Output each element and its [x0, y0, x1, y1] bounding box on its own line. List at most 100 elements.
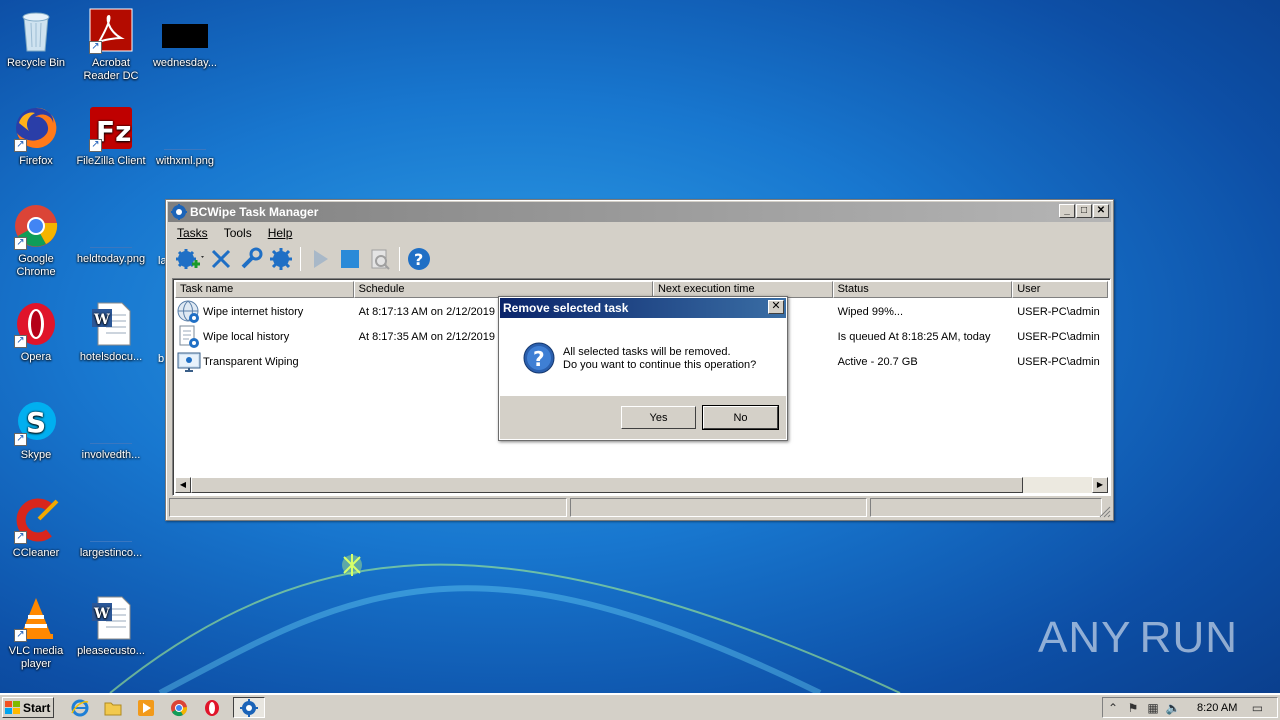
watermark-text-left: ANY: [1038, 613, 1132, 662]
desktop-icon-label: Firefox: [19, 155, 53, 167]
desktop-icon-vlc[interactable]: ↗ VLC media player: [0, 594, 74, 671]
play-icon: [314, 250, 328, 268]
desktop-icon-label: pleasecusto...: [77, 645, 145, 657]
volume-icon[interactable]: 🔈: [1163, 699, 1183, 717]
maximize-button[interactable]: □: [1076, 204, 1092, 218]
help-button[interactable]: ?: [404, 245, 434, 273]
internet-explorer-icon: [71, 699, 89, 717]
vlc-icon: ↗: [12, 594, 60, 642]
view-log-button[interactable]: [365, 245, 395, 273]
horizontal-scrollbar[interactable]: ◀ ▶: [175, 477, 1108, 493]
opera-launch-button[interactable]: [201, 698, 223, 718]
taskbar-bcwipe-button[interactable]: [233, 697, 265, 718]
desktop-icon-opera[interactable]: ↗ Opera: [0, 300, 74, 364]
status-pane: [870, 498, 1102, 517]
shortcut-arrow-icon: ↗: [14, 335, 27, 348]
desktop-icon-label: FileZilla Client: [76, 155, 146, 167]
bcwipe-app-icon: [240, 698, 258, 717]
shortcut-arrow-icon: ↗: [14, 531, 27, 544]
chrome-icon: [171, 700, 188, 717]
desktop-icon-chrome[interactable]: ↗ Google Chrome: [0, 202, 74, 279]
dialog-close-button[interactable]: ✕: [768, 300, 784, 314]
network-icon[interactable]: ▦: [1143, 699, 1163, 717]
svg-text:?: ?: [533, 347, 545, 371]
task-user: USER-PC\admin: [1017, 355, 1100, 368]
start-button[interactable]: Start: [2, 697, 54, 718]
delete-task-button[interactable]: [206, 245, 236, 273]
explorer-launch-button[interactable]: [102, 698, 124, 718]
dialog-title[interactable]: Remove selected task: [500, 298, 786, 318]
menu-label: Tasks: [177, 226, 208, 240]
desktop-icon-pleasecusto[interactable]: W pleasecusto...: [73, 594, 149, 658]
local-history-task-icon: [177, 325, 201, 349]
taskbar-clock[interactable]: 8:20 AM: [1197, 702, 1237, 714]
action-center-flag-icon[interactable]: ⚑: [1123, 699, 1143, 717]
media-player-icon: [138, 700, 154, 716]
desktop-icon-withxml[interactable]: withxml.png: [147, 104, 223, 168]
scroll-thumb[interactable]: [191, 477, 1023, 493]
window-titlebar[interactable]: BCWipe Task Manager _ □ ✕: [168, 202, 1111, 222]
menu-tools[interactable]: Tools: [216, 226, 260, 240]
desktop-icon-label: Google Chrome: [16, 253, 56, 278]
scroll-left-button[interactable]: ◀: [175, 477, 191, 493]
desktop-icon-wednesday[interactable]: wednesday...: [147, 6, 223, 70]
desktop-icon-largestinco[interactable]: largestinco...: [73, 496, 149, 560]
desktop-icon-hotelsdocu[interactable]: W hotelsdocu...: [73, 300, 149, 364]
desktop-icon-acrobat[interactable]: ↗ Acrobat Reader DC: [73, 6, 149, 83]
run-task-button[interactable]: [305, 245, 335, 273]
desktop-icon-recycle-bin[interactable]: Recycle Bin: [0, 6, 74, 70]
no-button[interactable]: No: [702, 405, 779, 430]
column-user[interactable]: User: [1012, 281, 1108, 298]
dialog-message-line: All selected tasks will be removed.: [563, 346, 731, 358]
bcwipe-app-icon: [171, 204, 187, 220]
desktop-icon-firefox[interactable]: ↗ Firefox: [0, 104, 74, 168]
menu-help[interactable]: Help: [260, 226, 301, 240]
task-properties-button[interactable]: [266, 245, 296, 273]
task-name: Wipe internet history: [203, 305, 304, 318]
taskbar: Start ⌃ ⚑ ▦ 🔈 8:20 AM ▭: [0, 693, 1280, 720]
desktop-icon-heldtoday[interactable]: heldtoday.png: [73, 202, 149, 266]
column-task-name[interactable]: Task name: [175, 281, 354, 298]
show-hidden-icons-button[interactable]: ⌃: [1103, 699, 1123, 717]
menu-tasks[interactable]: Tasks: [169, 226, 216, 240]
chrome-launch-button[interactable]: [168, 698, 190, 718]
word-doc-icon: W: [87, 300, 135, 348]
status-pane: [570, 498, 867, 517]
menu-label: Tools: [223, 226, 252, 240]
media-player-launch-button[interactable]: [135, 698, 157, 718]
shortcut-arrow-icon: ↗: [14, 433, 27, 446]
toolbar: ?: [169, 243, 1110, 275]
desktop-icon-filezilla[interactable]: Fz ↗ FileZilla Client: [73, 104, 149, 168]
desktop-icon-label: withxml.png: [155, 155, 215, 167]
stop-task-button[interactable]: [335, 245, 365, 273]
gear-add-icon: [176, 249, 204, 269]
task-name: Wipe local history: [203, 330, 290, 343]
gear-icon: [270, 248, 292, 270]
scroll-right-button[interactable]: ▶: [1092, 477, 1108, 493]
log-search-icon: [371, 249, 390, 270]
skype-icon: S ↗: [12, 398, 60, 446]
ie-launch-button[interactable]: [69, 698, 91, 718]
shortcut-arrow-icon: ↗: [14, 629, 27, 642]
new-task-button[interactable]: [172, 245, 206, 273]
desktop-icon-involvedth[interactable]: involvedth...: [73, 398, 149, 462]
minimize-button[interactable]: _: [1059, 204, 1075, 218]
image-file-icon: [161, 6, 209, 54]
yes-button[interactable]: Yes: [621, 406, 696, 429]
dialog-footer: Yes No: [500, 396, 786, 439]
question-icon: ?: [523, 342, 555, 374]
partial-desktop-label: b: [158, 353, 165, 365]
task-name: Transparent Wiping: [203, 355, 299, 368]
desktop-icon-label: Opera: [20, 351, 52, 363]
edit-task-button[interactable]: [236, 245, 266, 273]
desktop-icon-label: Skype: [20, 449, 52, 461]
desktop-icon-skype[interactable]: S ↗ Skype: [0, 398, 74, 462]
shortcut-arrow-icon: ↗: [89, 139, 102, 152]
desktop-icon-ccleaner[interactable]: ↗ CCleaner: [0, 496, 74, 560]
column-status[interactable]: Status: [832, 281, 1013, 298]
status-pane: [169, 498, 567, 517]
close-button[interactable]: ✕: [1093, 204, 1109, 218]
opera-icon: ↗: [12, 300, 60, 348]
show-desktop-icon[interactable]: ▭: [1247, 699, 1267, 717]
resize-grip-icon[interactable]: [1099, 506, 1111, 518]
